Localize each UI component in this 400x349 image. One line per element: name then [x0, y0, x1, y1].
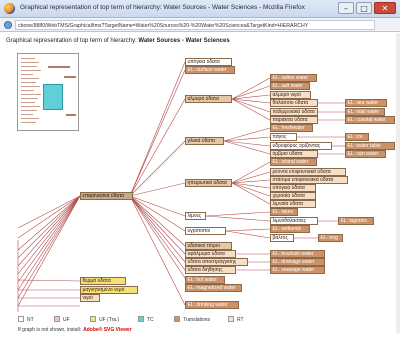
tree-node[interactable]: EL: freshwater	[270, 124, 313, 132]
tree-node[interactable]: EL: water table	[345, 142, 395, 150]
tree-node[interactable]: EL: rain water	[345, 150, 386, 158]
tree-node[interactable]: EL: salt water	[270, 82, 310, 90]
tree-node[interactable]: ύδατα αποστράγγισης	[185, 258, 248, 266]
legend-swatch	[228, 316, 234, 322]
tree-node[interactable]: EL: tidal water	[345, 108, 385, 116]
tree-node[interactable]: EL: coastal water	[345, 116, 395, 124]
tree-node[interactable]: αλμυρό νερό	[270, 91, 311, 99]
tree-node[interactable]: ύδατα διήθησης	[185, 266, 236, 274]
tree-node[interactable]: ρέοντα επιφανειακά ύδατα	[270, 168, 346, 176]
legend-swatch	[138, 316, 144, 322]
tree-node[interactable]: EL: wetlands	[270, 225, 310, 233]
tree-node[interactable]: υδροφόρος ορίζοντας	[270, 142, 332, 150]
tree-node[interactable]: γλυκά ύδατα	[185, 137, 224, 145]
note-text: If graph is not shown, install:	[18, 327, 82, 333]
legend-item-rt: RT	[228, 316, 244, 324]
tree-node[interactable]: EL: seepage water	[270, 266, 325, 274]
tree-node[interactable]: EL: hot water	[185, 276, 225, 284]
tree-node[interactable]: υφάλμυρα ύδατα	[185, 250, 236, 258]
tree-node[interactable]: EL: sea water	[345, 99, 387, 107]
tree-node[interactable]: βάλτος	[270, 234, 294, 242]
root-term-node[interactable]: επιφανειακά ύδατα	[80, 192, 133, 200]
legend-item-uf-tra: UF (Tra.)	[90, 316, 119, 324]
tree-node[interactable]: όμβριο ύδατα	[270, 150, 318, 158]
svg-viewer-note: If graph is not shown, install: Adobe® SV…	[18, 327, 132, 333]
tree-node[interactable]: EL: surface water	[185, 66, 235, 74]
tree-node[interactable]: θερμά ύδατα	[80, 277, 126, 285]
graph-legend: NT UF UF (Tra.) TC Translations RT	[18, 316, 398, 324]
tree-node[interactable]: EL: bog	[318, 234, 343, 242]
tree-node[interactable]: EL: lakes	[270, 208, 298, 216]
tree-node[interactable]: στάσιμα επιφανειακά ύδατα	[270, 176, 348, 184]
adobe-svg-viewer-link[interactable]: Adobe® SVG Viewer	[83, 327, 132, 333]
tree-node[interactable]: EL: drainage water	[270, 258, 325, 266]
tree-node[interactable]: EL: ice	[345, 133, 369, 141]
tree-node[interactable]: αλμυρά ύδατα	[185, 95, 232, 103]
tree-node[interactable]: EL: brackish water	[270, 250, 325, 258]
tree-node[interactable]: πάγος	[270, 133, 297, 141]
tree-node[interactable]: θαλάσσιο ύδατα	[270, 99, 318, 107]
legend-swatch	[90, 316, 96, 322]
tree-node[interactable]: EL: magnetized water	[185, 284, 242, 292]
tree-node[interactable]: υπόγεια ύδατα	[270, 184, 316, 192]
legend-swatch	[174, 316, 180, 322]
tree-node[interactable]: υγρότοποι	[185, 227, 226, 235]
tree-node[interactable]: υδατικοί πόροι	[185, 242, 232, 250]
tree-node[interactable]: ηπειρωτικά ύδατα	[185, 179, 232, 187]
tree-node[interactable]: χερσαία ύδατα	[270, 192, 316, 200]
legend-swatch	[18, 316, 24, 322]
tree-node[interactable]: λιμναία ύδατα	[270, 200, 316, 208]
tree-node[interactable]: νερό	[80, 294, 100, 302]
tree-node[interactable]: EL: lagoons	[338, 217, 374, 225]
legend-item-translations: Translations	[174, 316, 210, 324]
tree-node[interactable]: λίμνες	[185, 212, 206, 220]
tree-node[interactable]: υπόγεια ύδατα	[185, 58, 232, 66]
tree-node[interactable]: μαγνητισμένο νερό	[80, 286, 138, 294]
tree-node[interactable]: παράκτια ύδατα	[270, 116, 318, 124]
legend-swatch	[54, 316, 60, 322]
tree-node[interactable]: παλιρροιακά ύδατα	[270, 108, 318, 116]
tree-node[interactable]: EL: drinking water	[185, 301, 239, 309]
legend-item-uf: UF	[54, 316, 70, 324]
legend-item-tc: TC	[138, 316, 154, 324]
tree-node[interactable]: λιμνοθάλασσες	[270, 217, 318, 225]
legend-item-nt: NT	[18, 316, 34, 324]
tree-node[interactable]: EL: saline water	[270, 74, 317, 82]
tree-node[interactable]: EL: inland water	[270, 158, 317, 166]
